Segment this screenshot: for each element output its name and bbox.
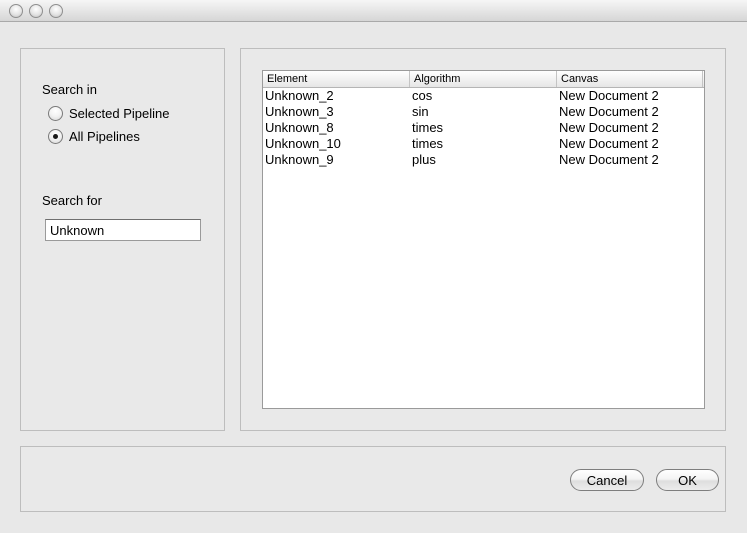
radio-label: Selected Pipeline — [69, 105, 170, 121]
minimize-window-button[interactable] — [29, 4, 43, 18]
search-input[interactable] — [45, 219, 201, 241]
cell-canvas: New Document 2 — [559, 88, 659, 103]
search-for-label: Search for — [42, 193, 102, 208]
cell-element: Unknown_8 — [265, 120, 334, 135]
cell-element: Unknown_2 — [265, 88, 334, 103]
cell-algorithm: times — [412, 120, 444, 135]
cell-algorithm: sin — [412, 104, 429, 119]
cell-algorithm: cos — [412, 88, 433, 103]
table-header: Element Algorithm Canvas — [263, 71, 704, 88]
column-header-canvas[interactable]: Canvas — [557, 71, 702, 87]
window-titlebar — [0, 0, 747, 22]
column-header-algorithm[interactable]: Algorithm — [410, 71, 557, 87]
radio-button-icon[interactable] — [48, 105, 63, 121]
table-row[interactable]: Unknown_2 cos New Document 2 — [263, 88, 704, 104]
cell-algorithm: plus — [412, 152, 436, 167]
radio-label: All Pipelines — [69, 128, 140, 144]
table-row[interactable]: Unknown_3 sin New Document 2 — [263, 104, 704, 120]
cell-canvas: New Document 2 — [559, 104, 659, 119]
table-row[interactable]: Unknown_9 plus New Document 2 — [263, 152, 704, 168]
radio-selected-pipeline[interactable]: Selected Pipeline — [48, 105, 169, 121]
cell-element: Unknown_9 — [265, 152, 334, 167]
search-in-label: Search in — [42, 82, 97, 97]
table-row[interactable]: Unknown_8 times New Document 2 — [263, 120, 704, 136]
cell-canvas: New Document 2 — [559, 152, 659, 167]
results-table[interactable]: Element Algorithm Canvas Unknown_2 cos N… — [262, 70, 705, 409]
close-window-button[interactable] — [9, 4, 23, 18]
radio-all-pipelines[interactable]: All Pipelines — [48, 128, 140, 144]
cancel-button[interactable]: Cancel — [570, 469, 644, 491]
ok-button[interactable]: OK — [656, 469, 719, 491]
cell-canvas: New Document 2 — [559, 120, 659, 135]
cell-algorithm: times — [412, 136, 444, 151]
header-corner — [702, 71, 704, 87]
table-row[interactable]: Unknown_10 times New Document 2 — [263, 136, 704, 152]
radio-button-checked-icon[interactable] — [48, 128, 63, 144]
cell-element: Unknown_10 — [265, 136, 341, 151]
zoom-window-button[interactable] — [49, 4, 63, 18]
cell-canvas: New Document 2 — [559, 136, 659, 151]
cell-element: Unknown_3 — [265, 104, 334, 119]
column-header-element[interactable]: Element — [263, 71, 410, 87]
